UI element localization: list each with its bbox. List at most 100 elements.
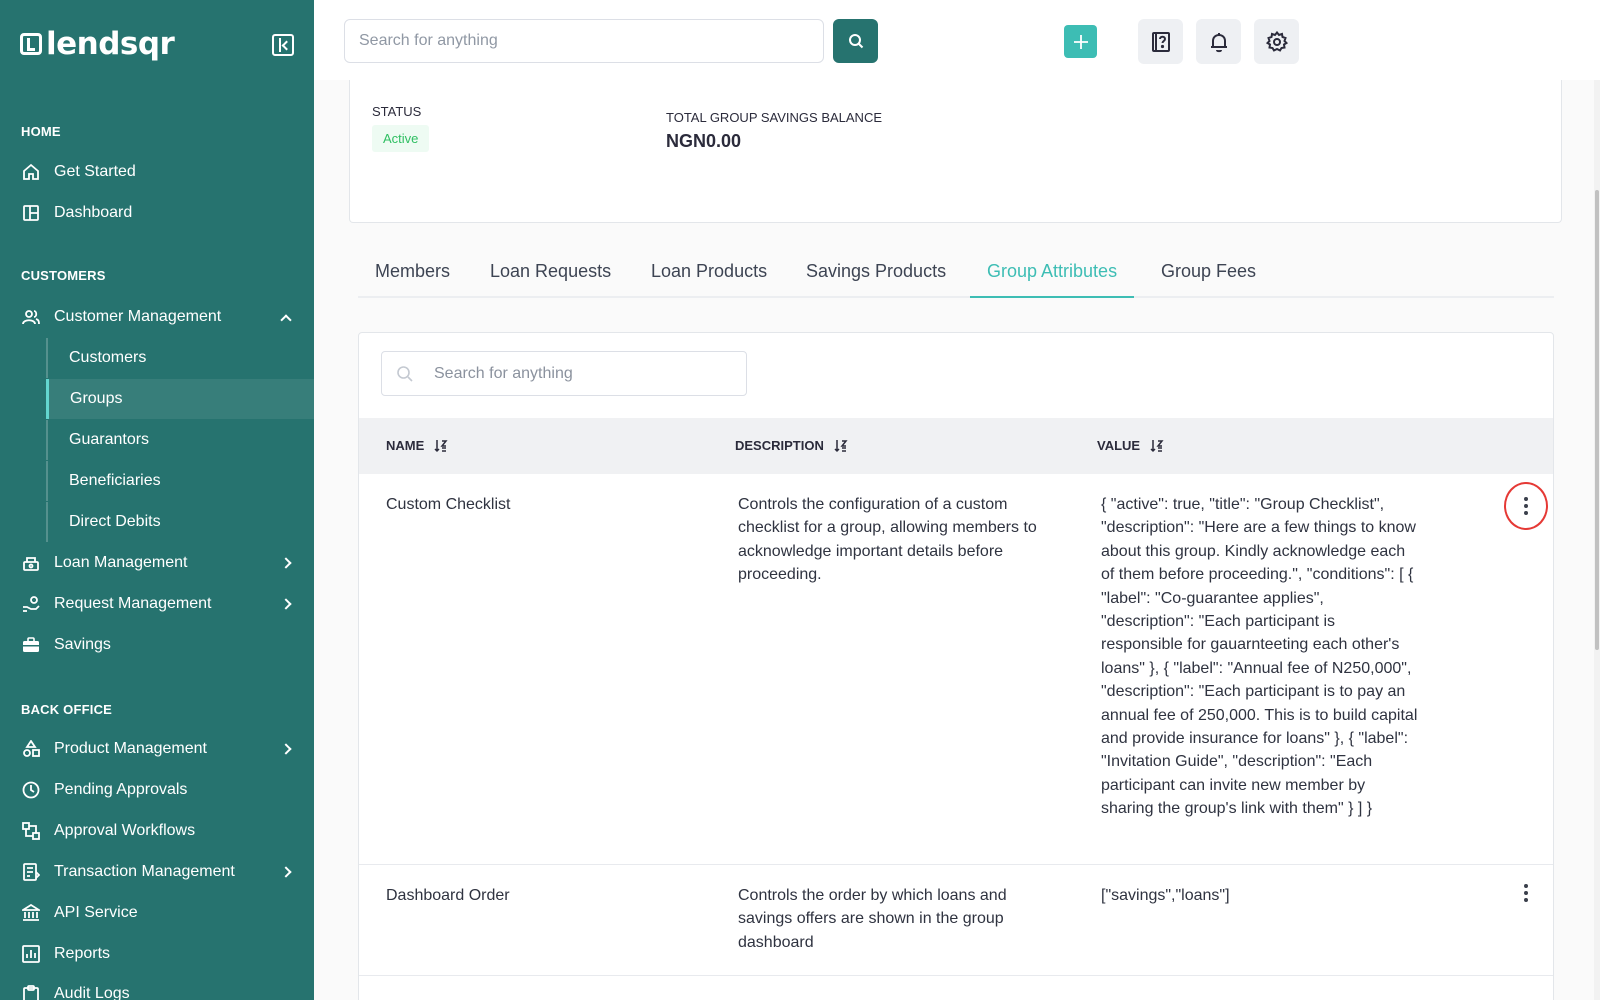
row-actions-menu[interactable] [1504,482,1548,530]
sidebar-item-request-management[interactable]: Request Management [0,584,314,624]
group-info-card: STATUS Active TOTAL GROUP SAVINGS BALANC… [349,80,1562,223]
topbar [314,0,1600,80]
reports-icon [22,945,40,963]
lendsqr-logo[interactable]: lendsqr [20,26,175,62]
shapes-icon [23,740,40,757]
sidebar-subitem-direct-debits[interactable]: Direct Debits [46,502,314,542]
status-label: STATUS [372,104,422,119]
tab-group-attributes[interactable]: Group Attributes [970,261,1135,298]
column-header-name[interactable]: NAME [386,438,448,453]
sidebar-item-label: Savings [54,636,111,653]
chevron-right-icon [280,743,292,755]
sidebar-item-transaction-management[interactable]: Transaction Management [0,852,314,892]
notifications-button[interactable] [1196,19,1241,64]
chevron-right-icon [280,866,292,878]
savings-balance-value: NGN0.00 [666,131,742,151]
sidebar-item-dashboard[interactable]: Dashboard [0,193,314,233]
collapse-sidebar-icon[interactable] [272,34,294,56]
kebab-dot [1524,898,1528,902]
table-row: Dashboard Order Controls the order by wh… [359,865,1553,976]
sidebar-item-label: Transaction Management [54,863,235,880]
tab-group-fees[interactable]: Group Fees [1144,261,1273,298]
chevron-right-icon [280,557,292,569]
sidebar-item-approval-workflows[interactable]: Approval Workflows [0,811,314,851]
briefcase-icon [23,637,39,652]
global-search-button[interactable] [833,19,878,63]
column-header-value[interactable]: VALUE [1097,438,1164,453]
request-hand-icon [23,596,40,612]
sidebar-item-label: Product Management [54,740,207,757]
group-tabs: Members Loan Requests Loan Products Savi… [358,250,1554,298]
kebab-dot [1524,497,1528,501]
sidebar-item-api-service[interactable]: API Service [0,893,314,933]
tab-members[interactable]: Members [358,261,467,298]
sidebar-item-label: Request Management [54,595,212,612]
group-attributes-table: NAME DESCRIPTION VALUE Custom Checklist … [358,332,1554,1000]
gear-icon [1265,30,1288,52]
logo-text: lendsqr [46,26,175,62]
sidebar-subitem-guarantors[interactable]: Guarantors [46,420,314,460]
section-customers: CUSTOMERS [21,268,106,283]
section-home: HOME [21,124,61,139]
transactions-icon [23,863,40,881]
sidebar-subitem-customers[interactable]: Customers [46,338,314,378]
chevron-up-icon [280,314,292,326]
sidebar-item-savings[interactable]: Savings [0,625,314,665]
cell-value: { "active": true, "title": "Group Checkl… [1101,496,1418,818]
column-header-label: NAME [386,438,425,453]
cell-description: Controls the configuration of a custom c… [738,496,1037,584]
sidebar-item-loan-management[interactable]: Loan Management [0,543,314,583]
column-header-label: DESCRIPTION [735,438,824,453]
sidebar-item-get-started[interactable]: Get Started [0,152,314,192]
settings-button[interactable] [1254,19,1299,64]
global-search-input[interactable] [344,19,824,63]
cell-description: Controls the order by which loans and sa… [738,887,1007,951]
dashboard-icon [23,205,39,221]
sidebar-item-reports[interactable]: Reports [0,934,314,974]
cell-name: Dashboard Order [386,887,510,904]
search-icon [397,366,413,382]
kebab-dot [1524,884,1528,888]
logo-mark-icon [20,33,42,55]
sidebar-item-label: Dashboard [54,204,133,221]
sidebar-item-label: Reports [54,945,111,962]
status-badge: Active [372,125,430,152]
page-scrollbar-thumb[interactable] [1595,190,1599,650]
workflow-icon [22,822,40,840]
help-button[interactable] [1138,19,1183,64]
savings-balance-label: TOTAL GROUP SAVINGS BALANCE [666,110,883,125]
sidebar-item-pending-approvals[interactable]: Pending Approvals [0,770,314,810]
sidebar-item-label: Customer Management [54,308,222,325]
kebab-dot [1524,891,1528,895]
sidebar-subitem-groups[interactable]: Groups [46,379,314,419]
sidebar-item-label: API Service [54,904,138,921]
sidebar-item-label: Pending Approvals [54,781,188,798]
sidebar-item-product-management[interactable]: Product Management [0,729,314,769]
sort-icon [834,439,848,452]
sidebar-subitem-beneficiaries[interactable]: Beneficiaries [46,461,314,501]
clock-icon [22,781,40,799]
sidebar-item-customer-management[interactable]: Customer Management [0,297,314,337]
table-search[interactable] [381,351,747,396]
table-search-input[interactable] [434,352,734,395]
add-new-button[interactable] [1064,25,1097,58]
tab-loan-products[interactable]: Loan Products [634,261,784,298]
sidebar-item-label: Approval Workflows [54,822,196,839]
row-actions-menu[interactable] [1512,879,1540,907]
column-header-label: VALUE [1097,438,1141,453]
kebab-dot [1524,511,1528,515]
plus-icon [1073,34,1088,49]
tab-loan-requests[interactable]: Loan Requests [473,261,628,298]
sidebar-item-audit-logs[interactable]: Audit Logs [0,974,314,1000]
bank-icon [22,904,40,921]
bell-icon [1210,32,1227,52]
table-header: NAME DESCRIPTION VALUE [359,418,1553,474]
sidebar-item-label: Loan Management [54,554,188,571]
cell-name: Custom Checklist [386,496,511,513]
column-header-description[interactable]: DESCRIPTION [735,438,848,453]
section-back-office: BACK OFFICE [21,702,113,717]
tab-savings-products[interactable]: Savings Products [789,261,963,298]
loan-icon [23,557,39,571]
help-book-icon [1151,31,1170,52]
home-icon [23,163,39,180]
